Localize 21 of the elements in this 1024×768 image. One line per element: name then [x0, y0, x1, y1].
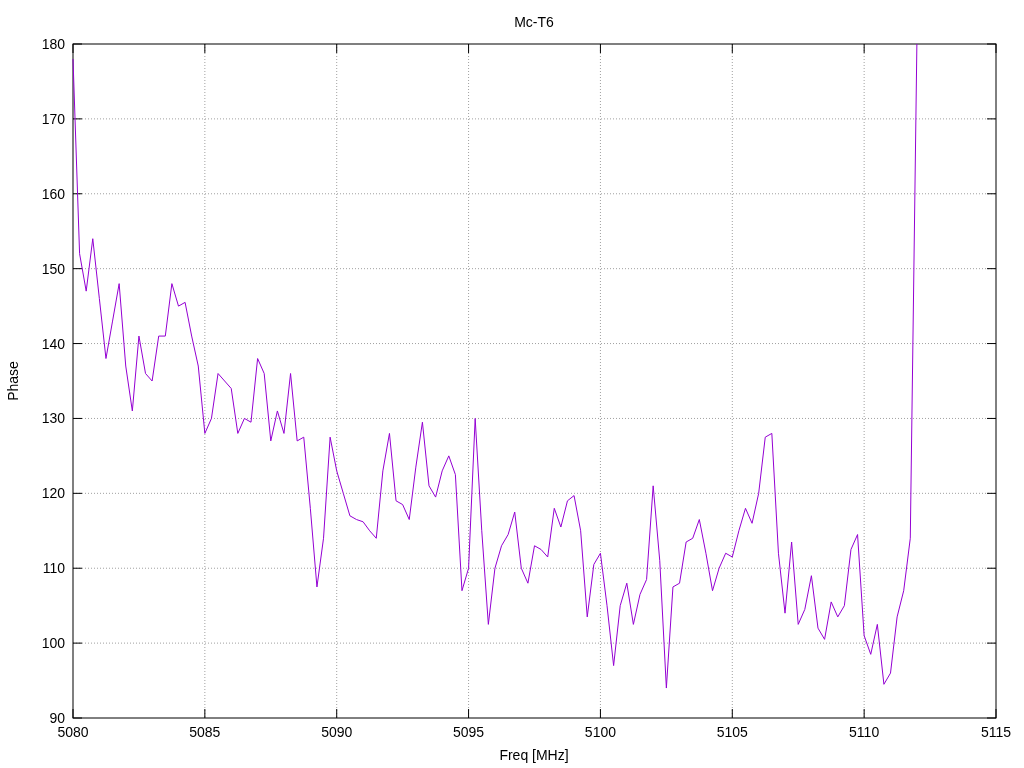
x-tick-label: 5095: [453, 724, 485, 740]
x-axis-label: Freq [MHz]: [499, 747, 569, 763]
y-tick-label: 150: [41, 260, 65, 277]
y-tick-label: 90: [49, 710, 65, 726]
y-axis-label: Phase: [5, 361, 21, 401]
y-tick-label: 110: [42, 560, 65, 577]
chart-title: Mc-T6: [514, 14, 554, 30]
x-tick-label: 5115: [980, 724, 1012, 740]
y-tick-label: 140: [41, 335, 65, 352]
x-tick-label: 5105: [716, 724, 748, 740]
x-tick-label: 5090: [321, 724, 353, 740]
y-tick-label: 180: [41, 36, 65, 52]
y-tick-label: 130: [41, 410, 65, 427]
x-tick-label: 5085: [189, 724, 221, 740]
x-tick-label: 5110: [849, 724, 880, 740]
x-tick-label: 5100: [584, 724, 616, 740]
y-tick-label: 170: [41, 110, 65, 127]
x-tick-label: 5080: [57, 724, 89, 740]
y-tick-label: 120: [41, 485, 65, 502]
y-tick-label: 100: [41, 635, 65, 652]
y-tick-label: 160: [41, 185, 65, 202]
